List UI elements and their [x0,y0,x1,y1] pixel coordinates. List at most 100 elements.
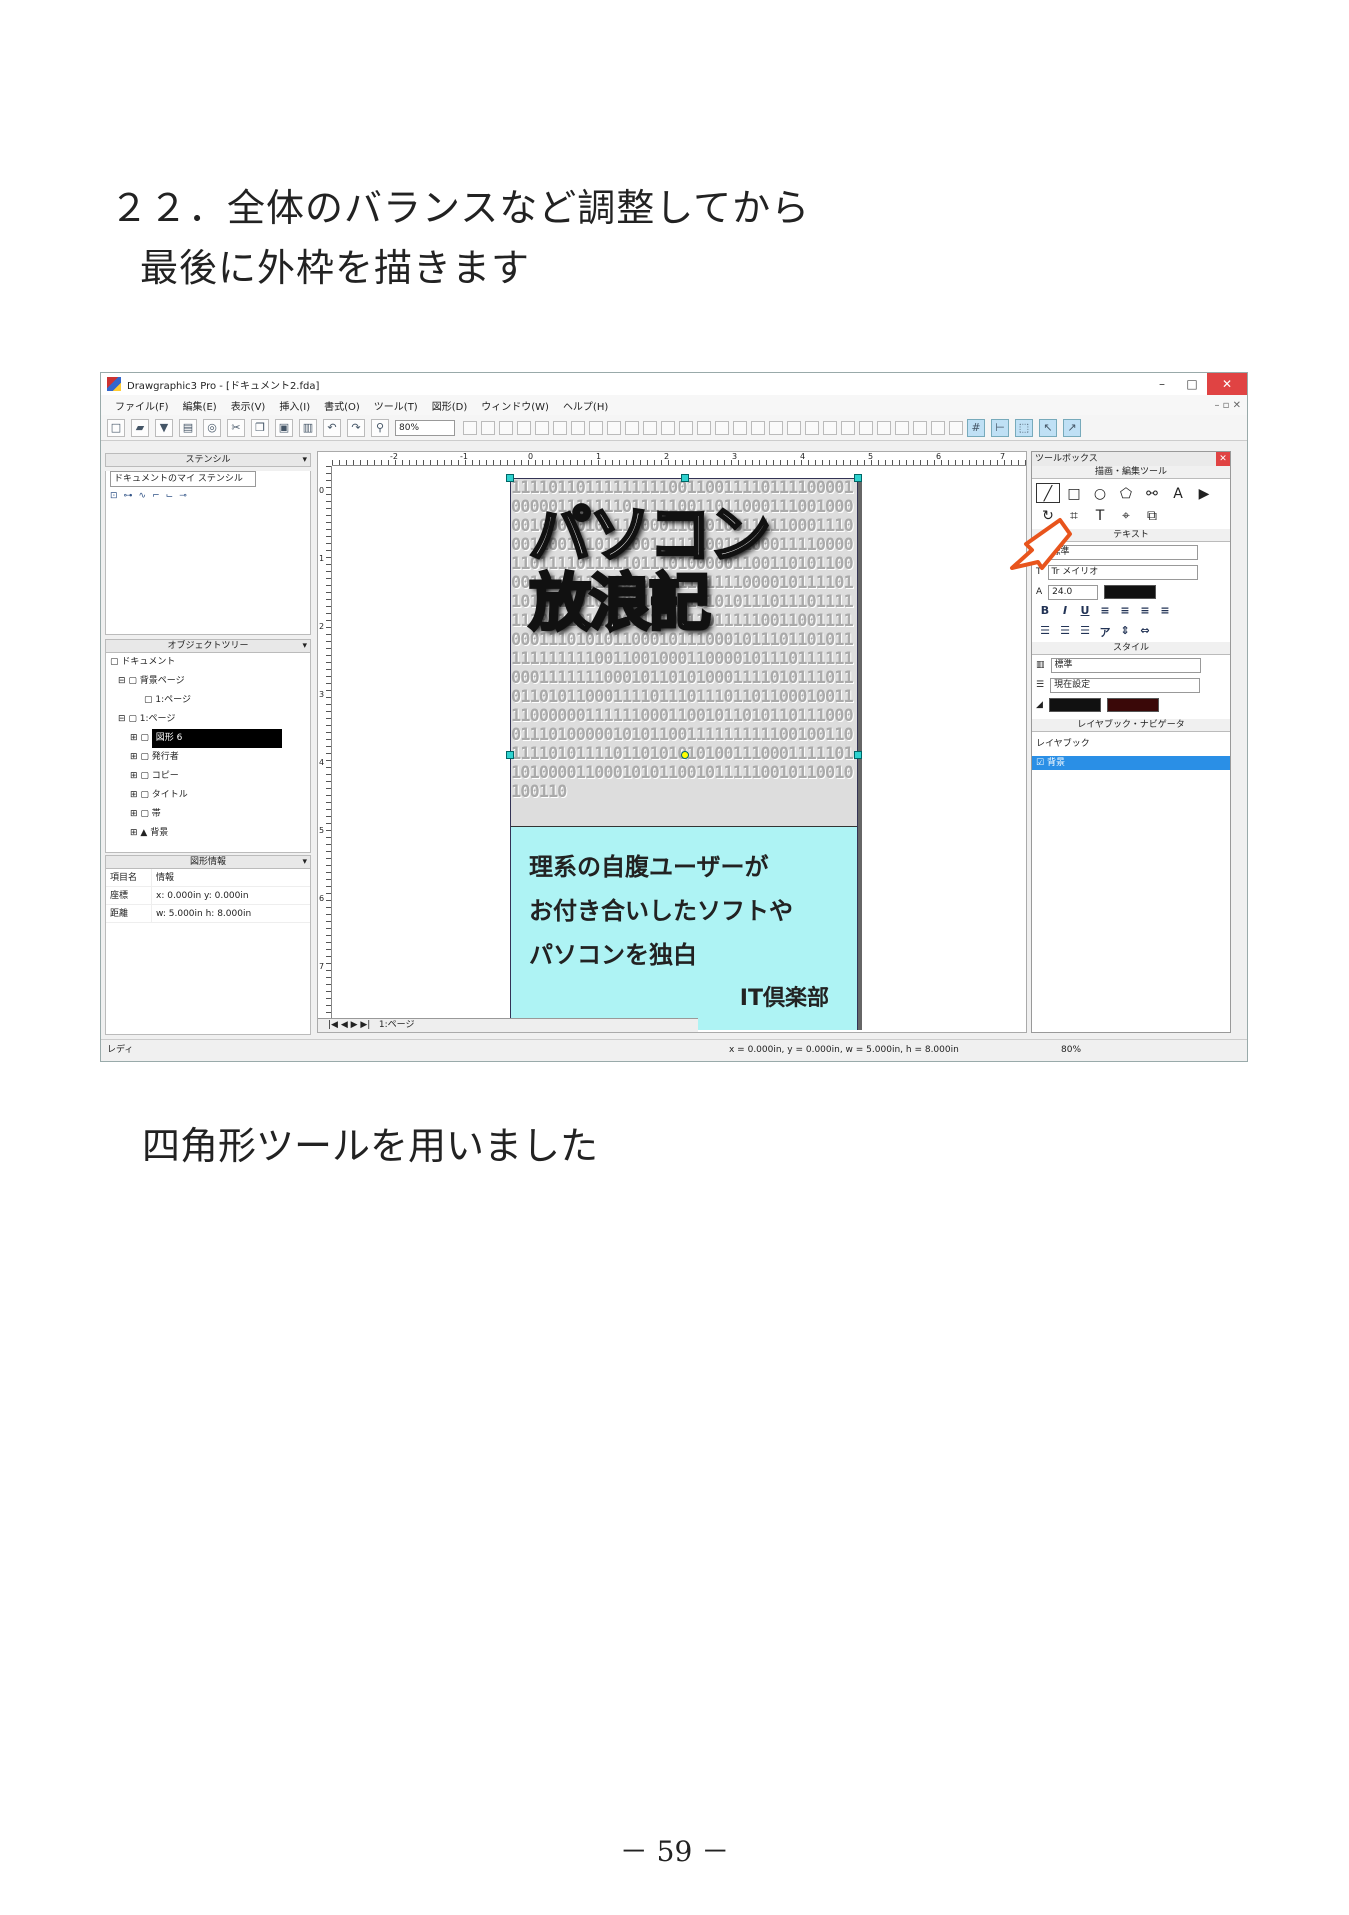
group-icon[interactable] [499,420,513,435]
print-preview-icon[interactable]: ◎ [203,418,221,437]
blank-icon[interactable] [733,420,747,435]
menu-insert[interactable]: 挿入(I) [279,398,310,413]
tree-item-page-1[interactable]: ⊟ ▢ 1:ページ [110,710,310,729]
group-tool-icon[interactable]: ⧉ [1140,505,1164,525]
tree-item-title[interactable]: ⊞ ▢ タイトル [110,786,310,805]
undo-icon[interactable]: ↶ [323,418,341,437]
polygon-tool-icon[interactable]: ⬠ [1114,483,1138,503]
resize-handle[interactable] [506,474,514,482]
blank-icon[interactable] [895,420,909,435]
align-center-icon[interactable]: ≡ [1116,604,1134,620]
connector-icon[interactable]: ⊸ [179,491,187,501]
connector-icon[interactable]: ∿ [139,491,147,501]
shape-info-header[interactable]: 図形情報 [105,855,311,869]
justify-icon[interactable]: ≡ [1156,604,1174,620]
format-paint-icon[interactable]: ▥ [299,418,317,437]
print-icon[interactable]: ▤ [179,418,197,437]
front-icon[interactable] [571,420,585,435]
menu-help[interactable]: ヘルプ(H) [563,398,608,413]
pointer-mode-icon[interactable]: ↖ [1039,418,1057,437]
text-frame-icon[interactable]: T [1088,505,1112,525]
stencil-select[interactable]: ドキュメントのマイ ステンシル [110,471,256,487]
tree-item-document[interactable]: ▢ ドキュメント [110,653,310,672]
tree-item-copy[interactable]: ⊞ ▢ コピー [110,767,310,786]
blank-icon[interactable] [787,420,801,435]
rotate-icon[interactable] [553,420,567,435]
blank-icon[interactable] [679,420,693,435]
line-color-swatch[interactable] [1048,698,1101,712]
page-tab[interactable]: 1:ページ [379,1020,415,1030]
zoom-icon[interactable]: ⚲ [371,418,389,437]
underline-icon[interactable]: U [1076,604,1094,620]
pointer-tool-icon[interactable]: ▶ [1192,483,1216,503]
save-icon[interactable]: ▼ [155,418,173,437]
grid-icon[interactable] [625,420,639,435]
valign-icon[interactable]: ☰ [1056,624,1074,640]
cover-document[interactable]: 1111011011111111100110011110111100001000… [506,474,862,1030]
menu-edit[interactable]: 編集(E) [183,398,217,413]
valign-icon[interactable]: ☰ [1036,624,1054,640]
connector-icon[interactable]: ⌐ [152,491,160,501]
blank-icon[interactable] [859,420,873,435]
menu-shape[interactable]: 図形(D) [432,398,468,413]
blank-icon[interactable] [661,420,675,435]
tree-item-shape6[interactable]: ⊞ ▢ 図形 6 [110,729,310,748]
paste-icon[interactable]: ▣ [275,418,293,437]
close-button[interactable]: ✕ [1207,373,1247,395]
ellipse-tool-icon[interactable]: ○ [1088,483,1112,503]
blank-icon[interactable] [931,420,945,435]
align-left-icon[interactable]: ≡ [1096,604,1114,620]
align-right-icon[interactable]: ≡ [1136,604,1154,620]
connector-tool-icon[interactable]: ⚯ [1140,483,1164,503]
blank-icon[interactable] [643,420,657,435]
fill-color-swatch[interactable] [1106,698,1159,712]
rotate-icon[interactable] [535,420,549,435]
menu-tools[interactable]: ツール(T) [374,398,418,413]
zoom-select[interactable]: 80% [395,419,455,436]
blank-icon[interactable] [841,420,855,435]
resize-handle[interactable] [854,751,862,759]
ruby-icon[interactable]: ア [1096,624,1114,640]
back-icon[interactable] [589,420,603,435]
spacing-icon[interactable]: ⇔ [1136,624,1154,640]
align-icon[interactable] [481,420,495,435]
blank-icon[interactable] [949,420,963,435]
grid-icon[interactable] [607,420,621,435]
tree-item-band[interactable]: ⊞ ▢ 帯 [110,805,310,824]
drawing-canvas[interactable]: -2 -1 0 1 2 3 4 5 6 7 01234567 111101101111111110… [317,451,1027,1033]
italic-icon[interactable]: I [1056,604,1074,620]
bold-icon[interactable]: B [1036,604,1054,620]
spacing-icon[interactable]: ⇕ [1116,624,1134,640]
menu-view[interactable]: 表示(V) [231,398,266,413]
tree-item-bgpage[interactable]: ⊟ ▢ 背景ページ [110,672,310,691]
blank-icon[interactable] [823,420,837,435]
resize-handle[interactable] [506,751,514,759]
blank-icon[interactable] [697,420,711,435]
font-size-select[interactable]: 24.0 [1048,584,1099,600]
menu-format[interactable]: 書式(O) [324,398,360,413]
blank-icon[interactable] [751,420,765,435]
grid-snap-icon[interactable]: # [967,418,985,437]
blank-icon[interactable] [877,420,891,435]
resize-handle[interactable] [681,474,689,482]
ungroup-icon[interactable] [517,420,531,435]
blank-icon[interactable] [805,420,819,435]
line-setting-select[interactable]: 現在設定 [1050,677,1201,693]
text-tool-icon[interactable]: A [1166,483,1190,503]
layer-book-select[interactable]: レイヤブック [1036,736,1090,749]
mdi-controls[interactable]: – ▫ ✕ [1214,400,1241,411]
blank-icon[interactable] [769,420,783,435]
rectangle-tool-icon[interactable]: □ [1062,483,1086,503]
minimize-button[interactable]: – [1147,373,1177,395]
cut-icon[interactable]: ✂ [227,418,245,437]
tree-item-background[interactable]: ⊞ ▲ 背景 [110,824,310,843]
font-color-swatch[interactable] [1104,585,1157,599]
valign-icon[interactable]: ☰ [1076,624,1094,640]
tree-item-bgpage-1[interactable]: ▢ 1:ページ [110,691,310,710]
blank-icon[interactable] [913,420,927,435]
object-tree-header[interactable]: オブジェクトツリー [105,639,311,653]
menu-file[interactable]: ファイル(F) [115,398,169,413]
ruler-icon[interactable]: ⊢ [991,418,1009,437]
eyedropper-icon[interactable]: ⌖ [1114,505,1138,525]
align-icon[interactable] [463,420,477,435]
